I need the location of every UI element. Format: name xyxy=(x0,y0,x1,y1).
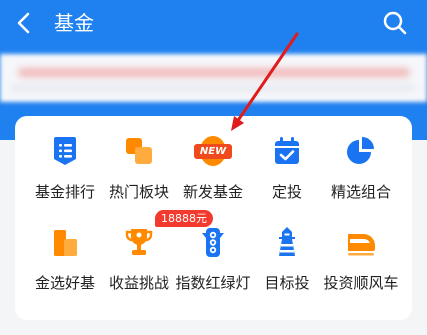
app-header: 基金 xyxy=(0,0,427,48)
blurred-banner xyxy=(0,54,427,102)
traffic-light-icon xyxy=(196,225,230,259)
stacked-blocks-icon xyxy=(48,225,82,259)
menu-item-return-challenge[interactable]: 收益挑战 xyxy=(102,225,176,295)
menu-item-index-traffic-light[interactable]: 18888元 指数红绿灯 xyxy=(155,210,251,295)
menu-item-new-funds[interactable]: NEW 新发基金 xyxy=(176,134,250,204)
menu-item-label: 投资顺风车 xyxy=(323,274,399,292)
reward-badge: 18888元 xyxy=(155,210,213,227)
blurred-text-line xyxy=(10,85,415,91)
new-icon-label: NEW xyxy=(194,144,232,159)
menu-item-hot-sectors[interactable]: 热门板块 xyxy=(102,134,176,204)
blurred-text-line xyxy=(18,68,410,77)
menu-item-fixed-investment[interactable]: 定投 xyxy=(250,134,324,204)
page-title: 基金 xyxy=(54,11,94,35)
pie-chart-icon xyxy=(344,134,378,168)
search-button[interactable] xyxy=(381,9,409,37)
hot-sectors-icon xyxy=(122,134,156,168)
menu-item-fund-ranking[interactable]: 基金排行 xyxy=(28,134,102,204)
menu-item-target-investment[interactable]: 目标投 xyxy=(250,225,324,295)
new-fund-icon: NEW xyxy=(194,134,232,168)
fund-ranking-icon xyxy=(48,134,82,168)
back-button[interactable] xyxy=(12,10,38,36)
menu-item-investment-ride[interactable]: 投资顺风车 xyxy=(323,225,399,295)
page: 基金 基金排行 热门板块 NEW 新发基金 定投 精选组合 金选好基 收益挑战 … xyxy=(0,0,427,335)
lighthouse-icon xyxy=(270,225,304,259)
menu-item-gold-picks[interactable]: 金选好基 xyxy=(28,225,102,295)
trophy-icon xyxy=(122,225,156,259)
menu-card: 基金排行 热门板块 NEW 新发基金 定投 精选组合 金选好基 收益挑战 188… xyxy=(15,116,412,320)
chevron-left-icon xyxy=(17,12,30,34)
search-icon xyxy=(383,11,407,35)
menu-item-portfolio[interactable]: 精选组合 xyxy=(324,134,398,204)
calendar-check-icon xyxy=(270,134,304,168)
train-icon xyxy=(344,225,378,259)
menu-item-label: 精选组合 xyxy=(330,183,391,201)
